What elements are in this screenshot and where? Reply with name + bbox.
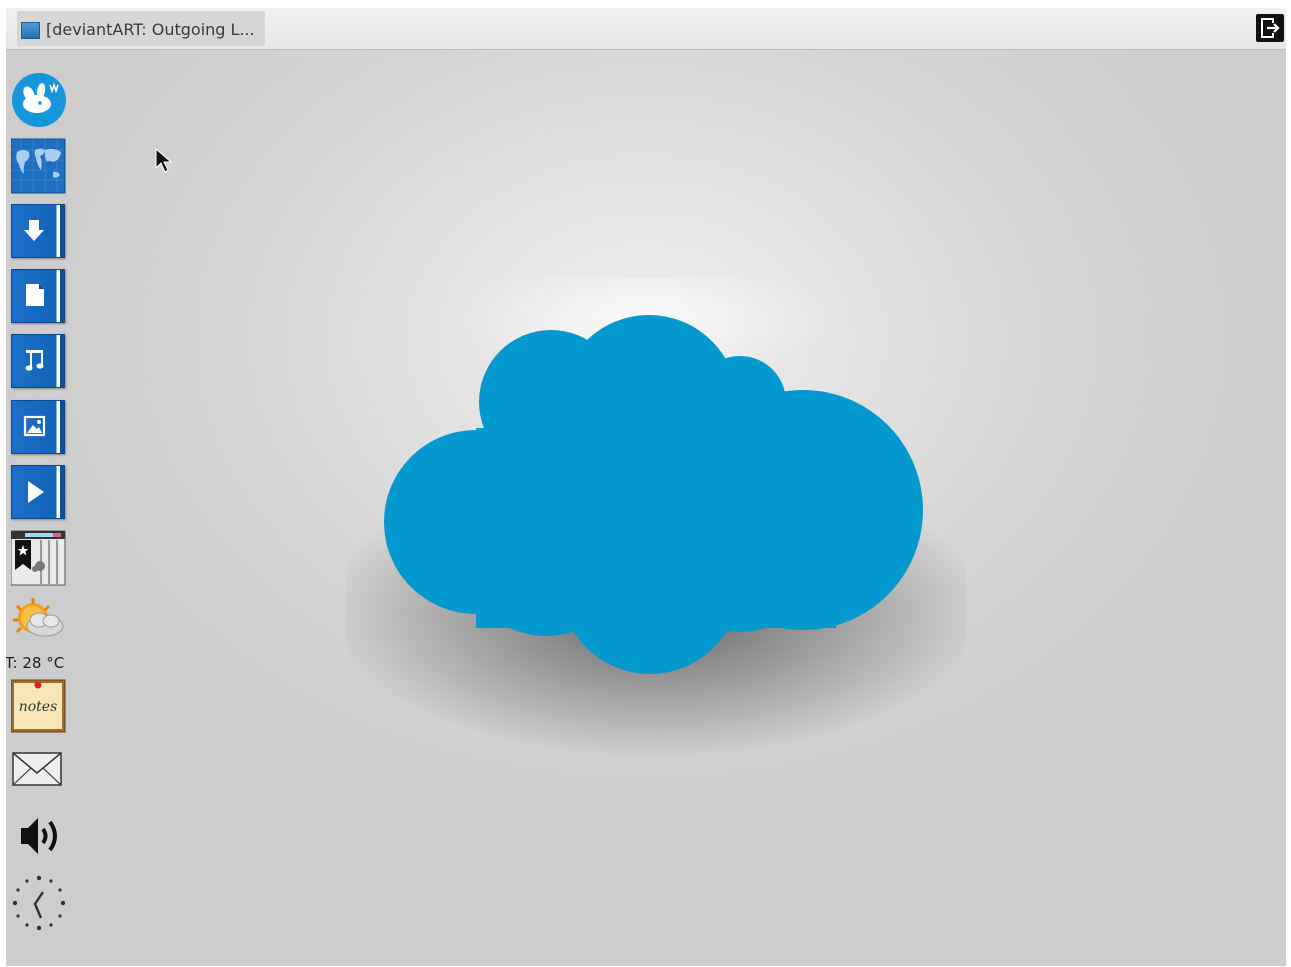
documents-folder-button[interactable] [11, 269, 67, 325]
music-folder-button[interactable] [11, 334, 67, 390]
mouse-cursor [155, 147, 175, 178]
music-folder-icon [25, 350, 44, 371]
pictures-folder-icon [23, 415, 46, 437]
mail-icon [12, 752, 62, 786]
bookmarks-button[interactable] [10, 530, 67, 586]
launcher-button[interactable] [11, 72, 67, 128]
clock-widget[interactable] [11, 874, 67, 931]
documents-folder-icon [26, 284, 44, 306]
weather-icon [13, 598, 64, 637]
world-map-icon [10, 138, 66, 194]
videos-folder-button[interactable] [11, 465, 67, 521]
wallpaper-cloud [326, 258, 986, 782]
pictures-folder-button[interactable] [11, 400, 67, 456]
videos-folder-icon [28, 481, 44, 503]
weather-temperature: T: 28 °C [6, 654, 65, 672]
logout-button[interactable] [1256, 14, 1284, 42]
taskbar-window-button[interactable]: [deviantART: Outgoing L... [17, 11, 265, 46]
desktop: [deviantART: Outgoing L... T: 28 °C note… [6, 8, 1286, 966]
mail-button[interactable] [11, 746, 67, 802]
notes-button[interactable]: notes [10, 678, 67, 734]
weather-widget[interactable] [11, 596, 67, 652]
map-icon [21, 22, 40, 39]
notes-icon: notes [10, 679, 66, 733]
bookmarks-icon [10, 530, 66, 586]
cursor-arrow-icon [155, 147, 173, 173]
window-title: [deviantART: Outgoing L... [46, 20, 255, 39]
maps-button[interactable] [10, 138, 67, 194]
logout-icon [1261, 18, 1280, 38]
volume-icon [21, 818, 57, 854]
volume-button[interactable] [11, 812, 67, 868]
cloud-graphic [326, 258, 986, 758]
downloads-folder-button[interactable] [11, 204, 67, 260]
notes-label: notes [19, 699, 58, 715]
xfce-mouse-icon [12, 73, 66, 127]
top-panel: [deviantART: Outgoing L... [6, 8, 1286, 50]
clock-icon [12, 875, 66, 931]
download-folder-icon [24, 220, 44, 241]
